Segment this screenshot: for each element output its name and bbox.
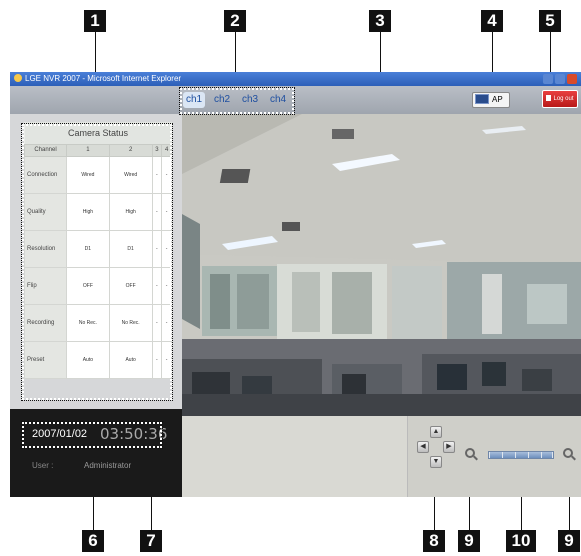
- ptz-left-button[interactable]: ◀: [417, 441, 429, 453]
- lock-icon: [546, 95, 552, 101]
- callout-2: 2: [224, 10, 246, 32]
- callout-7: 7: [140, 530, 162, 552]
- close-icon[interactable]: [567, 74, 577, 84]
- zoom-segment: [542, 452, 552, 458]
- callout-1: 1: [84, 10, 106, 32]
- camera-feed-image: [182, 114, 581, 416]
- highlight-channel-tabs: [179, 87, 295, 115]
- logout-button[interactable]: Log out: [542, 90, 578, 108]
- zoom-out-icon[interactable]: [465, 448, 475, 458]
- zoom-segment: [529, 452, 541, 458]
- zoom-segment: [490, 452, 502, 458]
- ap-label: AP: [492, 95, 503, 104]
- logout-label: Log out: [553, 96, 574, 102]
- ptz-down-button[interactable]: ▼: [430, 456, 442, 468]
- callout-3: 3: [369, 10, 391, 32]
- zoom-segment: [503, 452, 515, 458]
- callout-9-right: 9: [558, 530, 580, 552]
- maximize-icon[interactable]: [555, 74, 565, 84]
- toolbar: ch1 ch2 ch3 ch4 AP Log out: [10, 86, 581, 114]
- browser-icon: [14, 74, 22, 82]
- ap-button[interactable]: AP: [472, 92, 510, 108]
- zoom-slider[interactable]: [488, 451, 554, 459]
- callout-4: 4: [481, 10, 503, 32]
- callout-9-left: 9: [458, 530, 480, 552]
- ptz-control-panel: ▲ ◀ ▶ ▼: [407, 416, 581, 497]
- callout-5: 5: [539, 10, 561, 32]
- monitor-icon: [475, 94, 489, 104]
- ptz-right-button[interactable]: ▶: [443, 441, 455, 453]
- user-value: Administrator: [84, 461, 132, 470]
- zoom-in-icon[interactable]: [563, 448, 573, 458]
- title-bar: LGE NVR 2007 - Microsoft Internet Explor…: [10, 72, 581, 86]
- user-label: User :: [32, 461, 54, 470]
- minimize-icon[interactable]: [543, 74, 553, 84]
- ptz-up-button[interactable]: ▲: [430, 426, 442, 438]
- callout-10: 10: [506, 530, 536, 552]
- callout-8: 8: [423, 530, 445, 552]
- live-video-view[interactable]: [182, 114, 581, 416]
- highlight-camera-status: [21, 123, 173, 401]
- highlight-datetime: [21, 421, 163, 449]
- window-title: LGE NVR 2007 - Microsoft Internet Explor…: [25, 74, 182, 83]
- callout-6: 6: [82, 530, 104, 552]
- zoom-segment: [516, 452, 528, 458]
- control-area: ▲ ◀ ▶ ▼: [182, 416, 581, 497]
